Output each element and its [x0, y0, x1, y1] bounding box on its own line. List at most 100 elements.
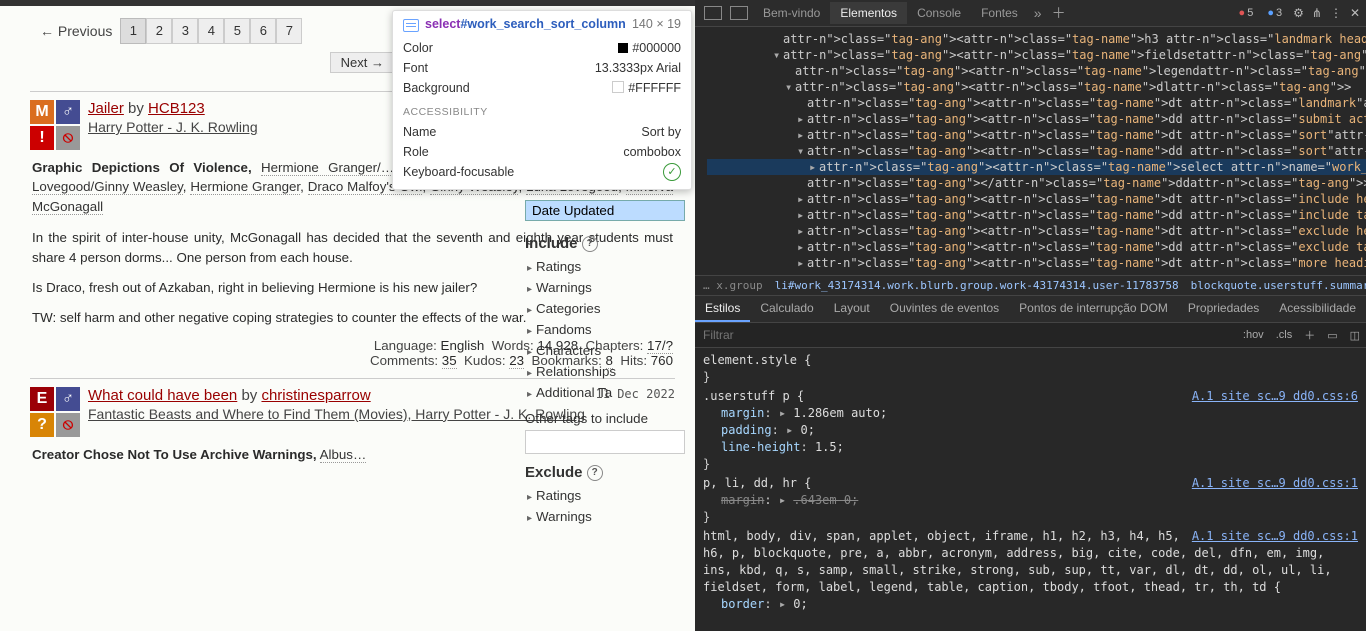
tooltip-acc-header: ACCESSIBILITY: [393, 98, 691, 122]
tooltip-name-label: Name: [403, 125, 436, 139]
dom-node[interactable]: ▸attr-n">class="tag-ang"><attr-n">class=…: [707, 159, 1366, 175]
filter-item[interactable]: Additional Ta: [525, 382, 685, 403]
rating-icon: ♂: [56, 100, 80, 124]
dom-node[interactable]: ▸attr-n">class="tag-ang"><attr-n">class=…: [707, 239, 1366, 255]
pagination-page[interactable]: 7: [276, 18, 302, 44]
author-link[interactable]: HCB123: [148, 100, 205, 117]
work-title-link[interactable]: Jailer: [88, 100, 124, 117]
warning-icon: ⦸: [56, 413, 80, 437]
dom-node[interactable]: attr-n">class="tag-ang"><attr-n">class="…: [707, 31, 1366, 47]
pagination-page[interactable]: 6: [250, 18, 276, 44]
errors-badge[interactable]: 5: [1236, 7, 1257, 19]
help-icon[interactable]: ?: [587, 465, 603, 481]
breadcrumb[interactable]: … x.group li#work_43174314.work.blurb.gr…: [695, 275, 1366, 296]
tag-link[interactable]: Albus…: [320, 447, 367, 463]
author-link[interactable]: christinesparrow: [261, 387, 370, 404]
tooltip-role-value: combobox: [623, 145, 681, 159]
fandom-link[interactable]: Fantastic Beasts and Where to Find Them …: [88, 406, 585, 422]
source-link[interactable]: A.1 site sc…9 dd0.css:6: [1192, 388, 1358, 405]
tag-link[interactable]: Hermione Granger: [190, 179, 300, 195]
device-icon[interactable]: [730, 6, 748, 20]
styles-subtab[interactable]: Propriedades: [1178, 296, 1269, 322]
kebab-icon[interactable]: ⋮: [1330, 6, 1342, 20]
source-link[interactable]: A.1 site sc…9 dd0.css:1: [1192, 475, 1358, 492]
styles-subtab[interactable]: Layout: [824, 296, 880, 322]
filter-item[interactable]: Warnings: [525, 506, 685, 527]
styles-tabs: EstilosCalculadoLayoutOuvintes de evento…: [695, 296, 1366, 323]
close-icon[interactable]: ✕: [1350, 6, 1360, 20]
devtools-tab[interactable]: Bem-vindo: [753, 2, 830, 24]
dom-node[interactable]: ▸attr-n">class="tag-ang"><attr-n">class=…: [707, 127, 1366, 143]
styles-filter-bar: :hov .cls ＋ ▭ ◫: [695, 323, 1366, 348]
styles-rules[interactable]: element.style {}A.1 site sc…9 dd0.css:6.…: [695, 348, 1366, 619]
by-text: by: [237, 387, 261, 404]
dom-node[interactable]: ▾attr-n">class="tag-ang"><attr-n">class=…: [707, 143, 1366, 159]
filter-panel: Date Updated Include ? RatingsWarningsCa…: [515, 200, 695, 537]
rating-icon: ♂: [56, 387, 80, 411]
devtools-tab[interactable]: Fontes: [971, 2, 1028, 24]
pagination-prev[interactable]: ← Previous: [40, 23, 112, 39]
styles-subtab[interactable]: Pontos de interrupção DOM: [1009, 296, 1178, 322]
filter-item[interactable]: Ratings: [525, 485, 685, 506]
devtools-panel: Bem-vindoElementosConsoleFontes » ＋ 5 3 …: [695, 0, 1366, 631]
other-tags-input[interactable]: [525, 430, 685, 454]
webpage: ← Previous 1234567 Next → M♂!⦸Jailer by …: [0, 0, 695, 631]
inspector-tooltip: select#work_search_sort_column 140 × 19 …: [392, 10, 692, 190]
check-ok-icon: ✓: [663, 163, 681, 181]
panel-icon[interactable]: ▭: [1321, 329, 1343, 342]
element-icon: [403, 19, 419, 32]
pagination-page[interactable]: 4: [198, 18, 224, 44]
help-icon[interactable]: ?: [582, 236, 598, 252]
dom-node[interactable]: attr-n">class="tag-ang"><attr-n">class="…: [707, 95, 1366, 111]
dom-node[interactable]: ▸attr-n">class="tag-ang"><attr-n">class=…: [707, 207, 1366, 223]
dom-tree[interactable]: attr-n">class="tag-ang"><attr-n">class="…: [695, 27, 1366, 275]
styles-subtab[interactable]: Acessibilidade: [1269, 296, 1366, 322]
styles-subtab[interactable]: Estilos: [695, 296, 750, 322]
dom-node[interactable]: attr-n">class="tag-ang"><attr-n">class="…: [707, 63, 1366, 79]
tooltip-font-value: 13.3333px Arial: [595, 61, 681, 75]
new-rule-button[interactable]: ＋: [1298, 327, 1321, 343]
dom-node[interactable]: ▸attr-n">class="tag-ang"><attr-n">class=…: [707, 255, 1366, 271]
devtools-tab[interactable]: Elementos: [830, 2, 907, 24]
tag-link[interactable]: Hermione Granger/…: [261, 160, 403, 176]
styles-subtab[interactable]: Ouvintes de eventos: [880, 296, 1009, 322]
filter-item[interactable]: Fandoms: [525, 319, 685, 340]
hov-toggle[interactable]: :hov: [1237, 329, 1270, 341]
pagination-page[interactable]: 5: [224, 18, 250, 44]
infos-badge[interactable]: 3: [1264, 7, 1285, 19]
filter-item[interactable]: Warnings: [525, 277, 685, 298]
dom-node[interactable]: ▸attr-n">class="tag-ang"><attr-n">class=…: [707, 223, 1366, 239]
styles-subtab[interactable]: Calculado: [750, 296, 823, 322]
filter-item[interactable]: Characters: [525, 340, 685, 361]
cls-toggle[interactable]: .cls: [1270, 329, 1299, 341]
styles-filter-input[interactable]: [695, 323, 1237, 347]
filter-item[interactable]: Ratings: [525, 256, 685, 277]
tooltip-color-value: #000000: [618, 41, 681, 55]
dom-node[interactable]: attr-n">class="tag-ang"></attr-n">class=…: [707, 175, 1366, 191]
pagination-page[interactable]: 1: [120, 18, 146, 44]
source-link[interactable]: A.1 site sc…9 dd0.css:1: [1192, 528, 1358, 545]
devtools-tab[interactable]: Console: [907, 2, 971, 24]
work-title-link[interactable]: What could have been: [88, 387, 237, 404]
inspect-icon[interactable]: [704, 6, 722, 20]
filter-item[interactable]: Relationships: [525, 361, 685, 382]
by-text: by: [124, 100, 148, 117]
filter-item[interactable]: Categories: [525, 298, 685, 319]
dock-icon[interactable]: ⋔: [1312, 6, 1322, 20]
pagination-next[interactable]: Next →: [330, 52, 395, 73]
tooltip-font-label: Font: [403, 61, 428, 75]
sort-select[interactable]: Date Updated: [525, 200, 685, 221]
dom-node[interactable]: ▾attr-n">class="tag-ang"><attr-n">class=…: [707, 47, 1366, 63]
tooltip-color-label: Color: [403, 41, 433, 55]
exclude-heading: Exclude ?: [525, 464, 685, 481]
pagination-page[interactable]: 3: [172, 18, 198, 44]
pagination-page[interactable]: 2: [146, 18, 172, 44]
dom-node[interactable]: ▸attr-n">class="tag-ang"><attr-n">class=…: [707, 191, 1366, 207]
add-tab-button[interactable]: ＋: [1048, 3, 1070, 23]
panel-icon[interactable]: ◫: [1344, 329, 1366, 342]
more-tabs-icon[interactable]: »: [1030, 5, 1046, 21]
gear-icon[interactable]: ⚙: [1293, 6, 1304, 20]
fandom-link[interactable]: Harry Potter - J. K. Rowling: [88, 119, 258, 135]
dom-node[interactable]: ▸attr-n">class="tag-ang"><attr-n">class=…: [707, 111, 1366, 127]
dom-node[interactable]: ▾attr-n">class="tag-ang"><attr-n">class=…: [707, 79, 1366, 95]
